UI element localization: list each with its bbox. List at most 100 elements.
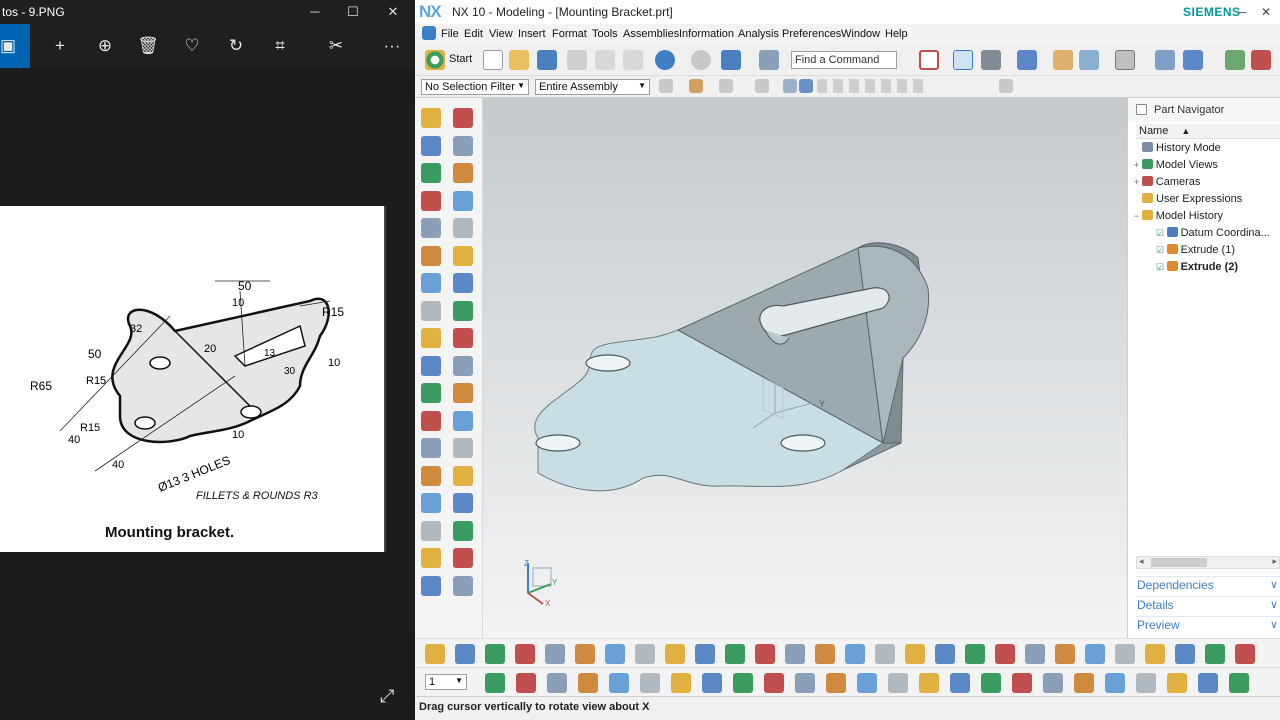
feature-tool-icon[interactable]: [453, 383, 473, 403]
rotate-icon[interactable]: ↻: [214, 24, 258, 68]
feature-tool-icon[interactable]: [453, 300, 473, 321]
menu-insert[interactable]: Insert: [518, 28, 546, 40]
copy-icon[interactable]: [595, 50, 615, 70]
view-tool-icon[interactable]: [764, 673, 784, 693]
tool-icon[interactable]: [605, 644, 625, 664]
feature-tool-icon[interactable]: [421, 410, 441, 431]
assembly-scope-dropdown[interactable]: Entire Assembly ▼: [535, 79, 650, 95]
menu-assemblies[interactable]: Assemblies: [623, 28, 679, 40]
edit-icon[interactable]: ✂: [314, 24, 358, 68]
menu-view[interactable]: View: [489, 28, 513, 40]
tree-item[interactable]: − Model History: [1134, 210, 1223, 226]
tree-item[interactable]: History Mode: [1142, 142, 1221, 158]
menu-tools[interactable]: Tools: [592, 28, 618, 40]
menu-file[interactable]: File: [441, 28, 459, 40]
close-button[interactable]: ✕: [1255, 3, 1277, 21]
tool-icon[interactable]: [635, 644, 655, 664]
tool-icon[interactable]: [695, 644, 715, 664]
name-column-header[interactable]: Name ▲: [1136, 124, 1280, 139]
feature-tool-icon[interactable]: [421, 575, 441, 596]
view-section-icon[interactable]: [1183, 50, 1203, 70]
start-icon[interactable]: [425, 50, 445, 70]
view-tool-icon[interactable]: [981, 673, 1001, 693]
feature-tool-icon[interactable]: [421, 245, 441, 266]
tool-icon[interactable]: [875, 644, 895, 664]
select-feature-icon[interactable]: [689, 79, 703, 93]
feature-tool-icon[interactable]: [421, 300, 441, 321]
photo-icon[interactable]: ▣: [0, 24, 30, 68]
roles-icon[interactable]: [1251, 50, 1271, 70]
feature-tool-icon[interactable]: [453, 218, 473, 238]
tool-icon[interactable]: [845, 644, 865, 664]
dependencies-section[interactable]: Dependencies ∨: [1136, 576, 1280, 594]
tool-icon[interactable]: [725, 644, 745, 664]
scroll-left-icon[interactable]: ◂: [1139, 556, 1144, 567]
more-icon[interactable]: ···: [370, 24, 414, 68]
view-tool-icon[interactable]: [733, 673, 753, 693]
redo-icon[interactable]: [691, 50, 711, 70]
view-tool-icon[interactable]: [1012, 673, 1032, 693]
tool-icon[interactable]: [545, 644, 565, 664]
fit-icon[interactable]: [919, 50, 939, 70]
tool-icon[interactable]: [785, 644, 805, 664]
feature-tool-icon[interactable]: [421, 355, 441, 376]
tool-icon[interactable]: [485, 644, 505, 664]
feature-tool-icon[interactable]: [453, 108, 473, 128]
app-menu-icon[interactable]: [422, 26, 436, 40]
expand-icon[interactable]: +: [1134, 160, 1142, 170]
details-section[interactable]: Details ∨: [1136, 596, 1280, 614]
layer-dropdown[interactable]: 1 ▼: [425, 674, 467, 690]
expand-icon[interactable]: +: [1134, 177, 1142, 187]
menu-information[interactable]: Information: [679, 28, 734, 40]
snap-view-icon[interactable]: [1155, 50, 1175, 70]
expand-icon[interactable]: ⤢: [380, 686, 394, 707]
start-button[interactable]: Start: [449, 53, 472, 65]
menu-format[interactable]: Format: [552, 28, 587, 40]
view-tool-icon[interactable]: [547, 673, 567, 693]
save-icon[interactable]: [537, 50, 557, 70]
menu-window[interactable]: Window: [841, 28, 880, 40]
crop-icon[interactable]: ⌗: [258, 24, 302, 68]
view-tool-icon[interactable]: [857, 673, 877, 693]
tree-item[interactable]: ☑ Datum Coordina...: [1156, 227, 1270, 243]
tool-icon[interactable]: [1205, 644, 1225, 664]
feature-tool-icon[interactable]: [453, 465, 473, 486]
preview-section[interactable]: Preview ∨: [1136, 616, 1280, 634]
close-button[interactable]: ✕: [378, 2, 408, 22]
feature-tool-icon[interactable]: [421, 328, 441, 348]
feature-tool-icon[interactable]: [453, 135, 473, 156]
delete-icon[interactable]: 🗑: [126, 24, 170, 68]
tool-icon[interactable]: [515, 644, 535, 664]
feature-tool-icon[interactable]: [453, 438, 473, 458]
undo-icon[interactable]: [655, 50, 675, 70]
save-all-icon[interactable]: [721, 50, 741, 70]
tool-icon[interactable]: [1175, 644, 1195, 664]
feature-tool-icon[interactable]: [453, 493, 473, 513]
feature-tool-icon[interactable]: [421, 190, 441, 211]
minimize-button[interactable]: ─: [1231, 3, 1253, 21]
command-finder-icon[interactable]: [759, 50, 779, 70]
new-icon[interactable]: [483, 50, 503, 70]
view-tool-icon[interactable]: [609, 673, 629, 693]
rectangle-select-icon[interactable]: [755, 79, 769, 93]
view-tool-icon[interactable]: [485, 673, 505, 693]
feature-tool-icon[interactable]: [421, 548, 441, 568]
checkbox-icon[interactable]: ☑: [1156, 262, 1167, 272]
view-tool-icon[interactable]: [1136, 673, 1156, 693]
view-tool-icon[interactable]: [671, 673, 691, 693]
tool-icon[interactable]: [1115, 644, 1135, 664]
checkbox-icon[interactable]: ☑: [1156, 245, 1167, 255]
favorite-icon[interactable]: ♡: [170, 24, 214, 68]
feature-tool-icon[interactable]: [421, 383, 441, 403]
tool-icon[interactable]: [1235, 644, 1255, 664]
scrollbar-thumb[interactable]: [1151, 558, 1207, 567]
feature-tool-icon[interactable]: [421, 108, 441, 128]
select-all-icon[interactable]: [719, 79, 733, 93]
find-command-input[interactable]: Find a Command: [791, 51, 897, 69]
tool-icon[interactable]: [815, 644, 835, 664]
feature-tool-icon[interactable]: [421, 135, 441, 156]
feature-tool-icon[interactable]: [421, 218, 441, 238]
feature-tool-icon[interactable]: [453, 190, 473, 211]
feature-tool-icon[interactable]: [421, 520, 441, 541]
feature-tool-icon[interactable]: [421, 493, 441, 513]
